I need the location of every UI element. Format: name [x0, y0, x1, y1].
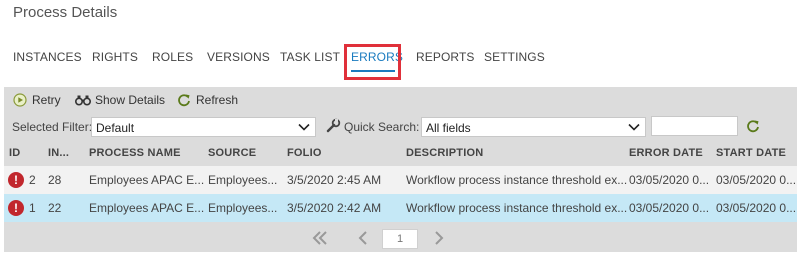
- page-number-input[interactable]: 1: [382, 229, 418, 249]
- cell-description: Workflow process instance threshold ex..…: [406, 173, 628, 187]
- quick-search-select[interactable]: All fields: [421, 117, 646, 137]
- col-header-process-name[interactable]: PROCESS NAME: [89, 147, 181, 159]
- next-page-icon[interactable]: [432, 229, 446, 252]
- page-title: Process Details: [13, 4, 118, 21]
- tab-task-list[interactable]: TASK LIST: [280, 50, 340, 64]
- pager: 1: [4, 225, 797, 252]
- quick-search-value: All fields: [426, 121, 471, 135]
- tab-settings[interactable]: SETTINGS: [484, 50, 545, 64]
- cell-instance: 28: [48, 173, 62, 187]
- selected-filter-value: Default: [96, 121, 135, 135]
- cell-instance: 22: [48, 201, 62, 215]
- chevron-down-icon: [627, 120, 641, 134]
- cell-folio: 3/5/2020 2:45 AM: [287, 173, 382, 187]
- error-icon: !: [8, 200, 24, 216]
- selected-filter-label: Selected Filter:: [12, 120, 93, 134]
- tab-versions[interactable]: VERSIONS: [207, 50, 270, 64]
- tab-roles[interactable]: ROLES: [152, 50, 193, 64]
- col-header-id[interactable]: ID: [9, 147, 20, 159]
- tab-highlight-box: [344, 44, 401, 80]
- grid-header: ID IN... PROCESS NAME SOURCE FOLIO DESCR…: [4, 143, 797, 165]
- cell-error-date: 03/05/2020 0...: [629, 201, 710, 215]
- cell-start-date: 03/05/2020 0...: [716, 201, 797, 215]
- retry-button[interactable]: Retry: [12, 92, 61, 108]
- selected-filter-select[interactable]: Default: [91, 117, 316, 137]
- cell-id: 1: [29, 201, 36, 215]
- show-details-button[interactable]: Show Details: [75, 92, 165, 108]
- search-refresh-icon[interactable]: [746, 119, 762, 135]
- refresh-icon: [176, 92, 192, 108]
- table-row[interactable]: ! 1 22 Employees APAC E... Employees... …: [4, 194, 797, 222]
- toolbar: Retry Show Details Refresh: [4, 87, 797, 113]
- col-header-description[interactable]: DESCRIPTION: [406, 147, 483, 159]
- retry-icon: [12, 92, 28, 108]
- show-details-label: Show Details: [95, 93, 166, 107]
- cell-start-date: 03/05/2020 0...: [716, 173, 797, 187]
- error-icon: !: [8, 172, 24, 188]
- errors-panel: Retry Show Details Refresh Selected Filt…: [4, 87, 797, 252]
- wrench-icon: [325, 118, 341, 134]
- prev-page-icon[interactable]: [356, 229, 370, 252]
- col-header-folio[interactable]: FOLIO: [287, 147, 322, 159]
- refresh-button[interactable]: Refresh: [176, 92, 238, 108]
- cell-folio: 3/5/2020 2:42 AM: [287, 201, 382, 215]
- cell-source: Employees...: [208, 173, 278, 187]
- cell-description: Workflow process instance threshold ex..…: [406, 201, 628, 215]
- tab-reports[interactable]: REPORTS: [416, 50, 475, 64]
- cell-id: 2: [29, 173, 36, 187]
- cell-process-name: Employees APAC E...: [89, 201, 205, 215]
- col-header-error-date[interactable]: ERROR DATE: [629, 147, 703, 159]
- binoculars-icon: [75, 92, 91, 108]
- cell-source: Employees...: [208, 201, 278, 215]
- first-page-icon[interactable]: [311, 229, 329, 252]
- cell-process-name: Employees APAC E...: [89, 173, 205, 187]
- quick-search-label: Quick Search:: [344, 120, 420, 134]
- cell-error-date: 03/05/2020 0...: [629, 173, 710, 187]
- refresh-label: Refresh: [196, 93, 239, 107]
- tab-instances[interactable]: INSTANCES: [13, 50, 82, 64]
- col-header-start-date[interactable]: START DATE: [716, 147, 786, 159]
- tab-rights[interactable]: RIGHTS: [92, 50, 138, 64]
- table-row[interactable]: ! 2 28 Employees APAC E... Employees... …: [4, 166, 797, 194]
- col-header-instance[interactable]: IN...: [48, 147, 69, 159]
- col-header-source[interactable]: SOURCE: [208, 147, 256, 159]
- chevron-down-icon: [297, 120, 311, 134]
- retry-label: Retry: [32, 93, 61, 107]
- search-input[interactable]: [651, 116, 738, 136]
